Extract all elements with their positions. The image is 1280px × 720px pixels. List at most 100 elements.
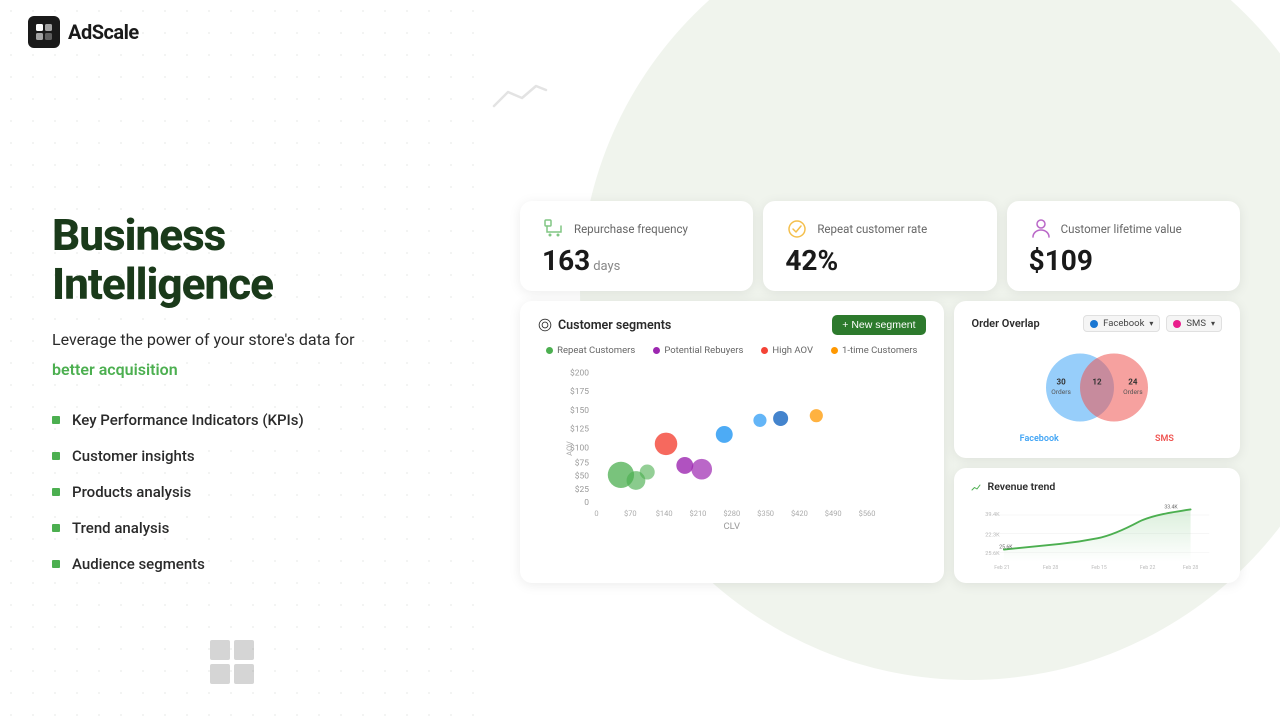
svg-text:39.4K: 39.4K [985,512,1000,518]
legend-repeat: Repeat Customers [546,345,635,356]
svg-text:$25: $25 [575,484,589,495]
scatter-legend: Repeat Customers Potential Rebuyers High… [538,345,926,356]
overlap-card: Order Overlap Facebook ▾ SMS ▾ [954,301,1240,458]
legend-dot-repeat [546,347,553,354]
revenue-svg: 25.6K 22.3K 39.4K [970,501,1224,571]
feature-trend-label: Trend analysis [72,519,169,537]
kpi-lifetime-value: $109 [1029,247,1218,275]
svg-text:Feb 15: Feb 15 [1091,565,1107,571]
svg-text:12: 12 [1092,377,1102,386]
venn-container: 30 Orders 12 24 Orders [972,342,1222,432]
svg-text:$420: $420 [791,509,808,518]
header: AdScale [0,0,1280,64]
segments-title: Customer segments [538,318,671,333]
svg-text:Feb 21: Feb 21 [994,565,1009,571]
feature-audience: Audience segments [52,555,448,573]
grid-cell-3 [210,664,230,684]
svg-text:24: 24 [1128,377,1138,386]
logo: AdScale [28,16,139,48]
main-content: Business Intelligence Leverage the power… [0,64,1280,720]
bullet-trend [52,524,60,532]
right-panel: Repurchase frequency 163days Repeat cust… [500,181,1280,603]
legend-high-aov: High AOV [761,345,813,356]
revenue-icon [970,481,982,493]
feature-kpi: Key Performance Indicators (KPIs) [52,411,448,429]
svg-text:$140: $140 [656,509,673,518]
svg-text:$150: $150 [570,405,589,416]
svg-text:Orders: Orders [1051,388,1071,396]
svg-text:Feb 28: Feb 28 [1042,565,1058,571]
bullet-products [52,488,60,496]
kpi-repurchase-label: Repurchase frequency [574,222,688,236]
new-segment-button[interactable]: + New segment [832,315,925,335]
revenue-title: Revenue trend [988,480,1056,493]
kpi-repurchase: Repurchase frequency 163days [520,201,753,291]
legend-dot-rebuyers [653,347,660,354]
svg-text:$490: $490 [825,509,842,518]
svg-text:Feb 22: Feb 22 [1139,565,1155,571]
revenue-card: Revenue trend 25.6K 22.3K 39.4K [954,468,1240,583]
feature-customer-insights-label: Customer insights [72,447,195,465]
svg-text:25.6K: 25.6K [999,545,1013,551]
sms-select[interactable]: SMS ▾ [1166,315,1222,332]
svg-text:0: 0 [594,509,598,518]
legend-dot-high-aov [761,347,768,354]
scatter-svg: $200 $175 $150 $125 $100 $75 $50 $25 0 A… [548,364,916,519]
right-cards: Order Overlap Facebook ▾ SMS ▾ [954,301,1240,583]
svg-text:33.4K: 33.4K [1164,504,1178,510]
svg-text:$75: $75 [575,457,589,468]
grid-cell-1 [210,640,230,660]
kpi-repeat: Repeat customer rate 42% [763,201,996,291]
legend-dot-1time [831,347,838,354]
overlap-header: Order Overlap Facebook ▾ SMS ▾ [972,315,1222,332]
overlap-controls: Facebook ▾ SMS ▾ [1083,315,1222,332]
svg-text:AOV: AOV [565,441,574,456]
subtitle-green: better acquisition [52,360,448,379]
kpi-row: Repurchase frequency 163days Repeat cust… [520,201,1240,291]
svg-text:$50: $50 [575,471,589,482]
kpi-lifetime-label: Customer lifetime value [1061,222,1182,236]
segments-card: Customer segments + New segment Repeat C… [520,301,944,583]
svg-text:0: 0 [584,498,589,508]
svg-text:$210: $210 [690,509,707,518]
venn-facebook-label: Facebook [1020,434,1059,444]
grid-icon-container [210,640,254,684]
svg-text:$175: $175 [570,386,589,397]
logo-icon [28,16,60,48]
page-title: Business Intelligence [52,211,448,308]
overlap-title: Order Overlap [972,317,1040,330]
svg-text:30: 30 [1056,377,1066,386]
revenue-chart-area: 25.6K 22.3K 39.4K [970,501,1224,571]
svg-text:Orders: Orders [1123,388,1143,396]
feature-audience-label: Audience segments [72,555,205,573]
kpi-lifetime: Customer lifetime value $109 [1007,201,1240,291]
left-panel: Business Intelligence Leverage the power… [0,211,500,573]
legend-rebuyers: Potential Rebuyers [653,345,743,356]
kpi-repurchase-value: 163days [542,247,731,275]
kpi-repeat-value: 42% [785,247,974,275]
venn-labels: Facebook SMS [972,434,1222,444]
bullet-audience [52,560,60,568]
kpi-repeat-label: Repeat customer rate [817,222,927,236]
feature-kpi-label: Key Performance Indicators (KPIs) [72,411,304,429]
feature-customer-insights: Customer insights [52,447,448,465]
logo-text: AdScale [68,20,139,44]
svg-text:$350: $350 [757,509,774,518]
feature-trend: Trend analysis [52,519,448,537]
venn-sms-label: SMS [1155,434,1174,444]
bottom-row: Customer segments + New segment Repeat C… [520,301,1240,583]
repeat-icon [785,217,809,241]
svg-text:$560: $560 [859,509,876,518]
svg-text:$125: $125 [570,424,589,435]
venn-svg: 30 Orders 12 24 Orders [1017,345,1177,430]
svg-text:Feb 28: Feb 28 [1182,565,1198,571]
facebook-select[interactable]: Facebook ▾ [1083,315,1160,332]
subtitle: Leverage the power of your store's data … [52,328,448,352]
legend-1time: 1-time Customers [831,345,917,356]
grid-cell-4 [234,664,254,684]
feature-products: Products analysis [52,483,448,501]
svg-text:22.3K: 22.3K [985,532,1000,538]
segments-header: Customer segments + New segment [538,315,926,335]
grid-cell-2 [234,640,254,660]
bullet-kpi [52,416,60,424]
